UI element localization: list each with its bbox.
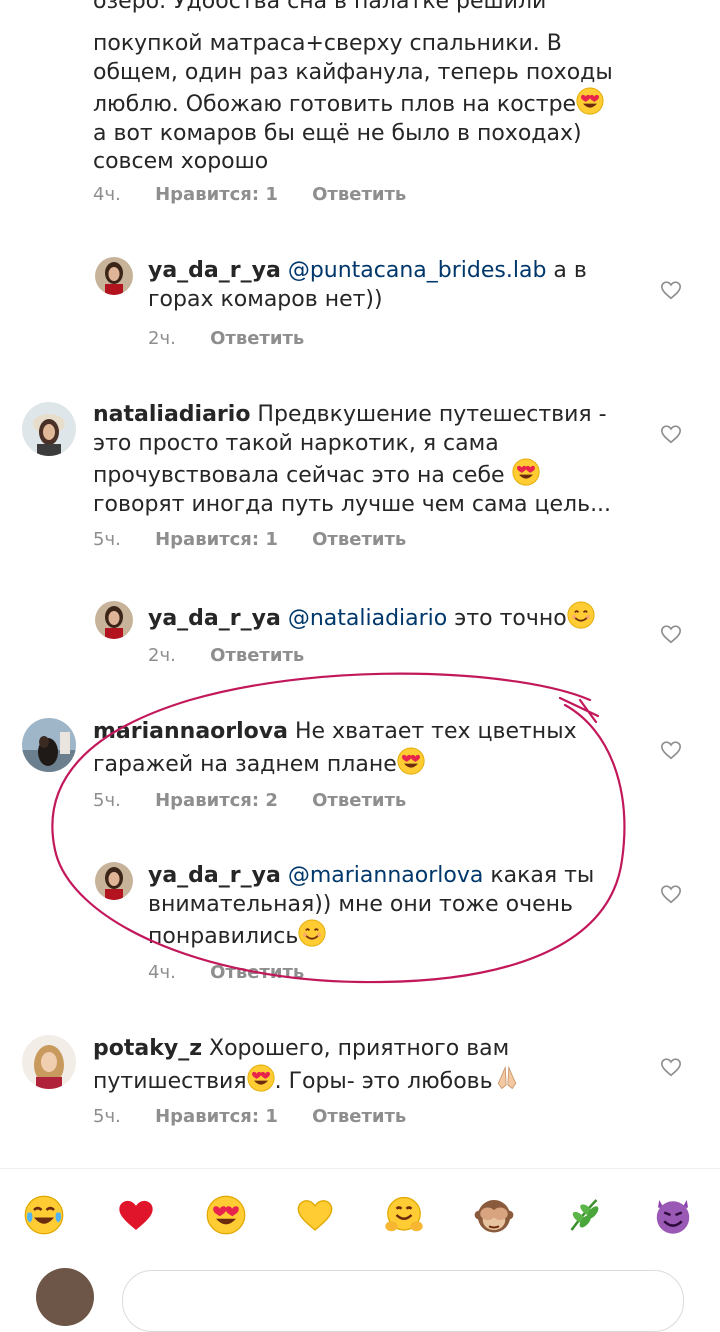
praying-hands-emoji bbox=[493, 1064, 521, 1092]
like-heart-icon[interactable] bbox=[660, 423, 682, 445]
hugging-face-icon[interactable] bbox=[384, 1195, 424, 1235]
comment-text: potaky_z Хорошего, приятного вам путишес… bbox=[93, 1035, 653, 1096]
mention-link[interactable]: @nataliadiario bbox=[288, 606, 447, 631]
avatar[interactable] bbox=[22, 402, 76, 456]
heart-eyes-emoji bbox=[247, 1064, 275, 1092]
comment-line: общем, один раз кайфанула, теперь походы bbox=[93, 59, 613, 85]
reply-text: ya_da_r_ya @puntacana_brides.lab а в гор… bbox=[148, 257, 628, 314]
comment-time: 5ч. bbox=[93, 529, 121, 550]
comment-continued-text: озеро. Удобства сна в палатке решили пок… bbox=[93, 0, 653, 177]
comment-line: путишествия bbox=[93, 1068, 247, 1094]
avatar[interactable] bbox=[22, 1035, 76, 1089]
reply-button[interactable]: Ответить bbox=[312, 1106, 406, 1127]
emoji-quick-bar bbox=[0, 1168, 720, 1281]
comment-meta: 5ч. Нравится: 1 Ответить bbox=[93, 529, 406, 550]
like-heart-icon[interactable] bbox=[660, 1056, 682, 1078]
comment-line: люблю. Обожаю готовить плов на костре bbox=[93, 92, 577, 117]
reply-text: ya_da_r_ya @nataliadiario это точно bbox=[148, 601, 628, 634]
likes-count-button[interactable]: Нравится: 1 bbox=[155, 1106, 278, 1127]
comment-line: говорят иногда путь лучше чем сама цель.… bbox=[93, 491, 612, 517]
red-heart-icon[interactable] bbox=[116, 1195, 156, 1235]
herb-icon[interactable] bbox=[564, 1195, 604, 1235]
comment-line: это просто такой наркотик, я сама bbox=[93, 430, 499, 456]
current-user-avatar bbox=[36, 1268, 94, 1326]
reply-button[interactable]: Ответить bbox=[312, 529, 406, 550]
hand-drawn-circle-annotation bbox=[51, 672, 626, 984]
comment-line: а вот комаров бы ещё не было в походах) bbox=[93, 120, 582, 146]
likes-count-button[interactable]: Нравится: 1 bbox=[155, 529, 278, 550]
comment-input[interactable] bbox=[122, 1270, 684, 1332]
face-with-tears-of-joy-icon[interactable] bbox=[24, 1195, 64, 1235]
heart-eyes-emoji bbox=[576, 87, 604, 115]
see-no-evil-monkey-icon[interactable] bbox=[474, 1195, 514, 1235]
comment-line: озеро. Удобства сна в палатке решили bbox=[93, 0, 547, 14]
comment-line: . Горы- это любовь bbox=[274, 1068, 493, 1094]
mention-link[interactable]: @puntacana_brides.lab bbox=[288, 258, 547, 283]
reply-text-part: это точно bbox=[447, 606, 567, 631]
reply-button[interactable]: Ответить bbox=[210, 328, 304, 349]
smiling-devil-icon[interactable] bbox=[653, 1195, 693, 1235]
likes-count-button[interactable]: Нравится: 1 bbox=[155, 184, 278, 205]
comment-line: прочувствовала сейчас это на себе bbox=[93, 463, 505, 488]
reply-time: 2ч. bbox=[148, 328, 176, 349]
reply-meta: 2ч. Ответить bbox=[148, 328, 304, 349]
smiling-face-emoji bbox=[567, 601, 595, 629]
heart-eyes-icon[interactable] bbox=[206, 1195, 246, 1235]
comment-line: покупкой матраса+сверху спальники. В bbox=[93, 31, 562, 56]
comment-text: nataliadiario Предвкушение путешествия -… bbox=[93, 401, 653, 519]
comment-time: 5ч. bbox=[93, 1106, 121, 1127]
username-link[interactable]: ya_da_r_ya bbox=[148, 606, 281, 631]
reply-text-part: а в bbox=[546, 258, 587, 283]
like-heart-icon[interactable] bbox=[660, 279, 682, 301]
comment-line: совсем хорошо bbox=[93, 149, 269, 174]
username-link[interactable]: ya_da_r_ya bbox=[148, 258, 281, 283]
comment-meta: 4ч. Нравится: 1 Ответить bbox=[93, 184, 406, 205]
avatar[interactable] bbox=[95, 601, 133, 639]
comment-line: Хорошего, приятного вам bbox=[202, 1036, 510, 1061]
yellow-heart-icon[interactable] bbox=[295, 1195, 335, 1235]
username-link[interactable]: nataliadiario bbox=[93, 402, 250, 427]
comment-meta: 5ч. Нравится: 1 Ответить bbox=[93, 1106, 406, 1127]
comment-time: 4ч. bbox=[93, 184, 121, 205]
username-link[interactable]: potaky_z bbox=[93, 1036, 202, 1061]
comment-line: Предвкушение путешествия - bbox=[250, 402, 607, 427]
reply-text-part: горах комаров нет)) bbox=[148, 286, 383, 312]
avatar[interactable] bbox=[95, 257, 133, 295]
reply-button[interactable]: Ответить bbox=[312, 184, 406, 205]
heart-eyes-emoji bbox=[512, 458, 540, 486]
like-heart-icon[interactable] bbox=[660, 623, 682, 645]
